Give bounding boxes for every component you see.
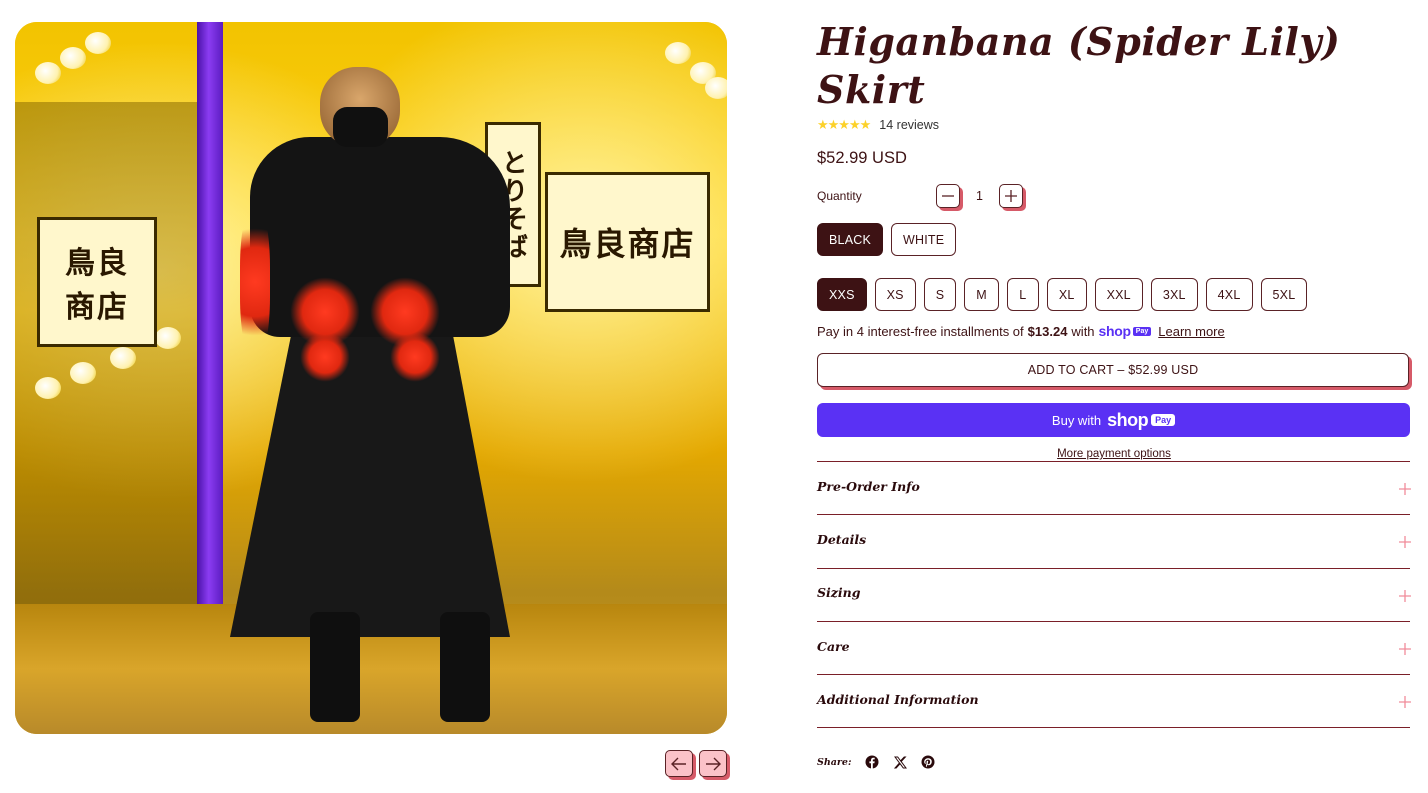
star-rating-icon: ★★★★★ [817, 117, 871, 132]
plus-icon [1399, 589, 1411, 602]
color-option-black[interactable]: BLACK [817, 223, 883, 256]
add-to-cart-button[interactable]: ADD TO CART – $52.99 USD [817, 353, 1409, 387]
size-option-3xl[interactable]: 3XL [1150, 278, 1198, 311]
minus-icon [942, 195, 954, 197]
pinterest-icon[interactable] [921, 755, 935, 769]
shop-logo: shop [1107, 409, 1149, 430]
photo-purple-pole [197, 22, 223, 642]
installments-prefix: Pay in 4 interest-free installments of [817, 323, 1024, 339]
color-option-white[interactable]: WHITE [891, 223, 957, 256]
shop-pay-badge: Pay [1132, 326, 1152, 336]
size-option-5xl[interactable]: 5XL [1260, 278, 1308, 311]
size-option-4xl[interactable]: 4XL [1205, 278, 1253, 311]
quantity-increase-button[interactable] [999, 184, 1023, 208]
quantity-input[interactable]: 1 [960, 189, 999, 203]
learn-more-link[interactable]: Learn more [1158, 324, 1224, 339]
pay-badge: Pay [1151, 414, 1176, 426]
buy-with-shop-pay-button[interactable]: Buy with shop Pay [817, 403, 1410, 437]
quantity-decrease-button[interactable] [936, 184, 960, 208]
size-options: XXS XS S M L XL XXL 3XL 4XL 5XL [817, 278, 1411, 311]
photo-lantern [35, 62, 61, 84]
arrow-left-icon [671, 757, 686, 770]
product-price: $52.99 USD [817, 149, 907, 167]
facebook-icon[interactable] [865, 755, 879, 769]
photo-shop-sign: 鳥良商店 [545, 172, 710, 312]
photo-lantern [60, 47, 86, 69]
plus-icon [1005, 190, 1017, 202]
size-option-l[interactable]: L [1006, 278, 1039, 311]
photo-embroidery [240, 207, 270, 357]
installments-banner: Pay in 4 interest-free installments of $… [817, 322, 1411, 340]
size-option-xxs[interactable]: XXS [817, 278, 867, 311]
accordion-additional-information[interactable]: Additional Information [817, 675, 1411, 729]
product-rating[interactable]: ★★★★★ 14 reviews [817, 117, 1411, 132]
photo-lantern [70, 362, 96, 384]
size-option-s[interactable]: S [923, 278, 957, 311]
photo-lantern [35, 377, 61, 399]
photo-embroidery [390, 332, 440, 382]
more-payment-options-link[interactable]: More payment options [817, 447, 1411, 461]
share-label: Share: [817, 756, 852, 768]
accordion-title: Details [817, 531, 867, 547]
accordion-title: Additional Information [817, 691, 979, 707]
photo-lantern [705, 77, 727, 99]
size-option-xs[interactable]: XS [874, 278, 916, 311]
photo-lantern [85, 32, 111, 54]
size-option-m[interactable]: M [964, 278, 999, 311]
photo-embroidery [300, 332, 350, 382]
arrow-right-icon [706, 757, 721, 770]
accordion-title: Pre-Order Info [817, 478, 920, 494]
share-bar: Share: [817, 752, 1411, 772]
x-twitter-icon[interactable] [893, 755, 907, 769]
plus-icon [1399, 643, 1411, 656]
photo-boot [440, 612, 490, 722]
accordion-care[interactable]: Care [817, 622, 1411, 676]
buy-with-label: Buy with [1051, 412, 1102, 428]
accordion-title: Care [817, 638, 850, 654]
product-image[interactable]: 鳥良 商店 鳥良商店 とりそば [15, 22, 727, 734]
accordion-pre-order-info[interactable]: Pre-Order Info [817, 462, 1411, 516]
photo-boot [310, 612, 360, 722]
installments-amount: $13.24 [1027, 323, 1068, 339]
quantity-label: Quantity [817, 189, 862, 203]
photo-lantern [110, 347, 136, 369]
photo-lantern [665, 42, 691, 64]
product-title: Higanbana (Spider Lily) Skirt [817, 19, 1341, 112]
photo-mask [333, 107, 388, 147]
review-count[interactable]: 14 reviews [879, 118, 939, 132]
quantity-selector: Quantity 1 [817, 183, 1411, 209]
size-option-xl[interactable]: XL [1046, 278, 1087, 311]
gallery-next-button[interactable] [699, 750, 727, 777]
accordion-details[interactable]: Details [817, 515, 1411, 569]
accordion-title: Sizing [817, 585, 861, 601]
installments-with: with [1071, 323, 1095, 339]
color-options: BLACK WHITE [817, 223, 1411, 256]
photo-lantern [155, 327, 181, 349]
product-accordion: Pre-Order Info Details Sizing Care Addit… [817, 461, 1411, 729]
plus-icon [1399, 696, 1411, 709]
shop-pay-logo: shop [1098, 323, 1132, 339]
gallery-prev-button[interactable] [665, 750, 693, 777]
product-info: Higanbana (Spider Lily) Skirt ★★★★★ 14 r… [817, 18, 1411, 772]
plus-icon [1399, 483, 1411, 496]
plus-icon [1399, 536, 1411, 549]
photo-shop-sign: 鳥良商店 [37, 217, 157, 347]
size-option-xxl[interactable]: XXL [1094, 278, 1143, 311]
accordion-sizing[interactable]: Sizing [817, 569, 1411, 622]
